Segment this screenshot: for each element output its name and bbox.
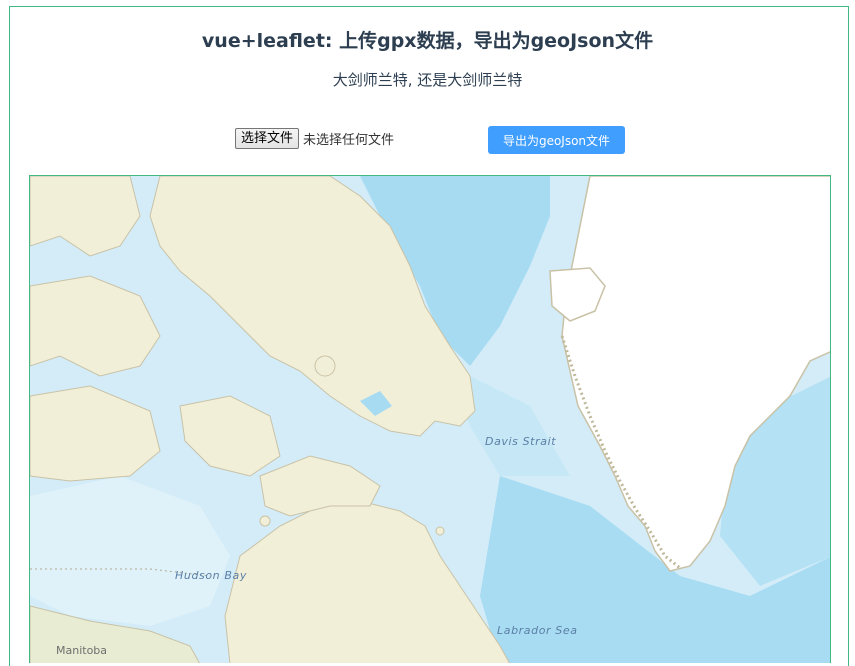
small-island [435, 526, 445, 536]
small-island [314, 355, 336, 377]
page-subtitle: 大剑师兰特, 还是大剑师兰特 [332, 71, 523, 89]
export-geojson-button[interactable]: 导出为geoJson文件 [488, 126, 625, 154]
file-upload-control: 选择文件 未选择任何文件 [235, 128, 394, 149]
page-title: vue+leaflet: 上传gpx数据，导出为geoJson文件 [201, 30, 654, 52]
map-container[interactable]: Davis Strait Hudson Bay Labrador Sea Man… [29, 175, 831, 663]
file-status-text: 未选择任何文件 [303, 133, 395, 148]
small-island [259, 515, 271, 527]
label-manitoba: Manitoba [56, 644, 108, 657]
basemap-tiles[interactable] [30, 176, 831, 663]
choose-file-button[interactable]: 选择文件 [235, 128, 300, 149]
label-labrador-sea: Labrador Sea [497, 624, 578, 637]
label-davis-strait: Davis Strait [485, 435, 557, 448]
label-hudson-bay: Hudson Bay [175, 569, 247, 582]
